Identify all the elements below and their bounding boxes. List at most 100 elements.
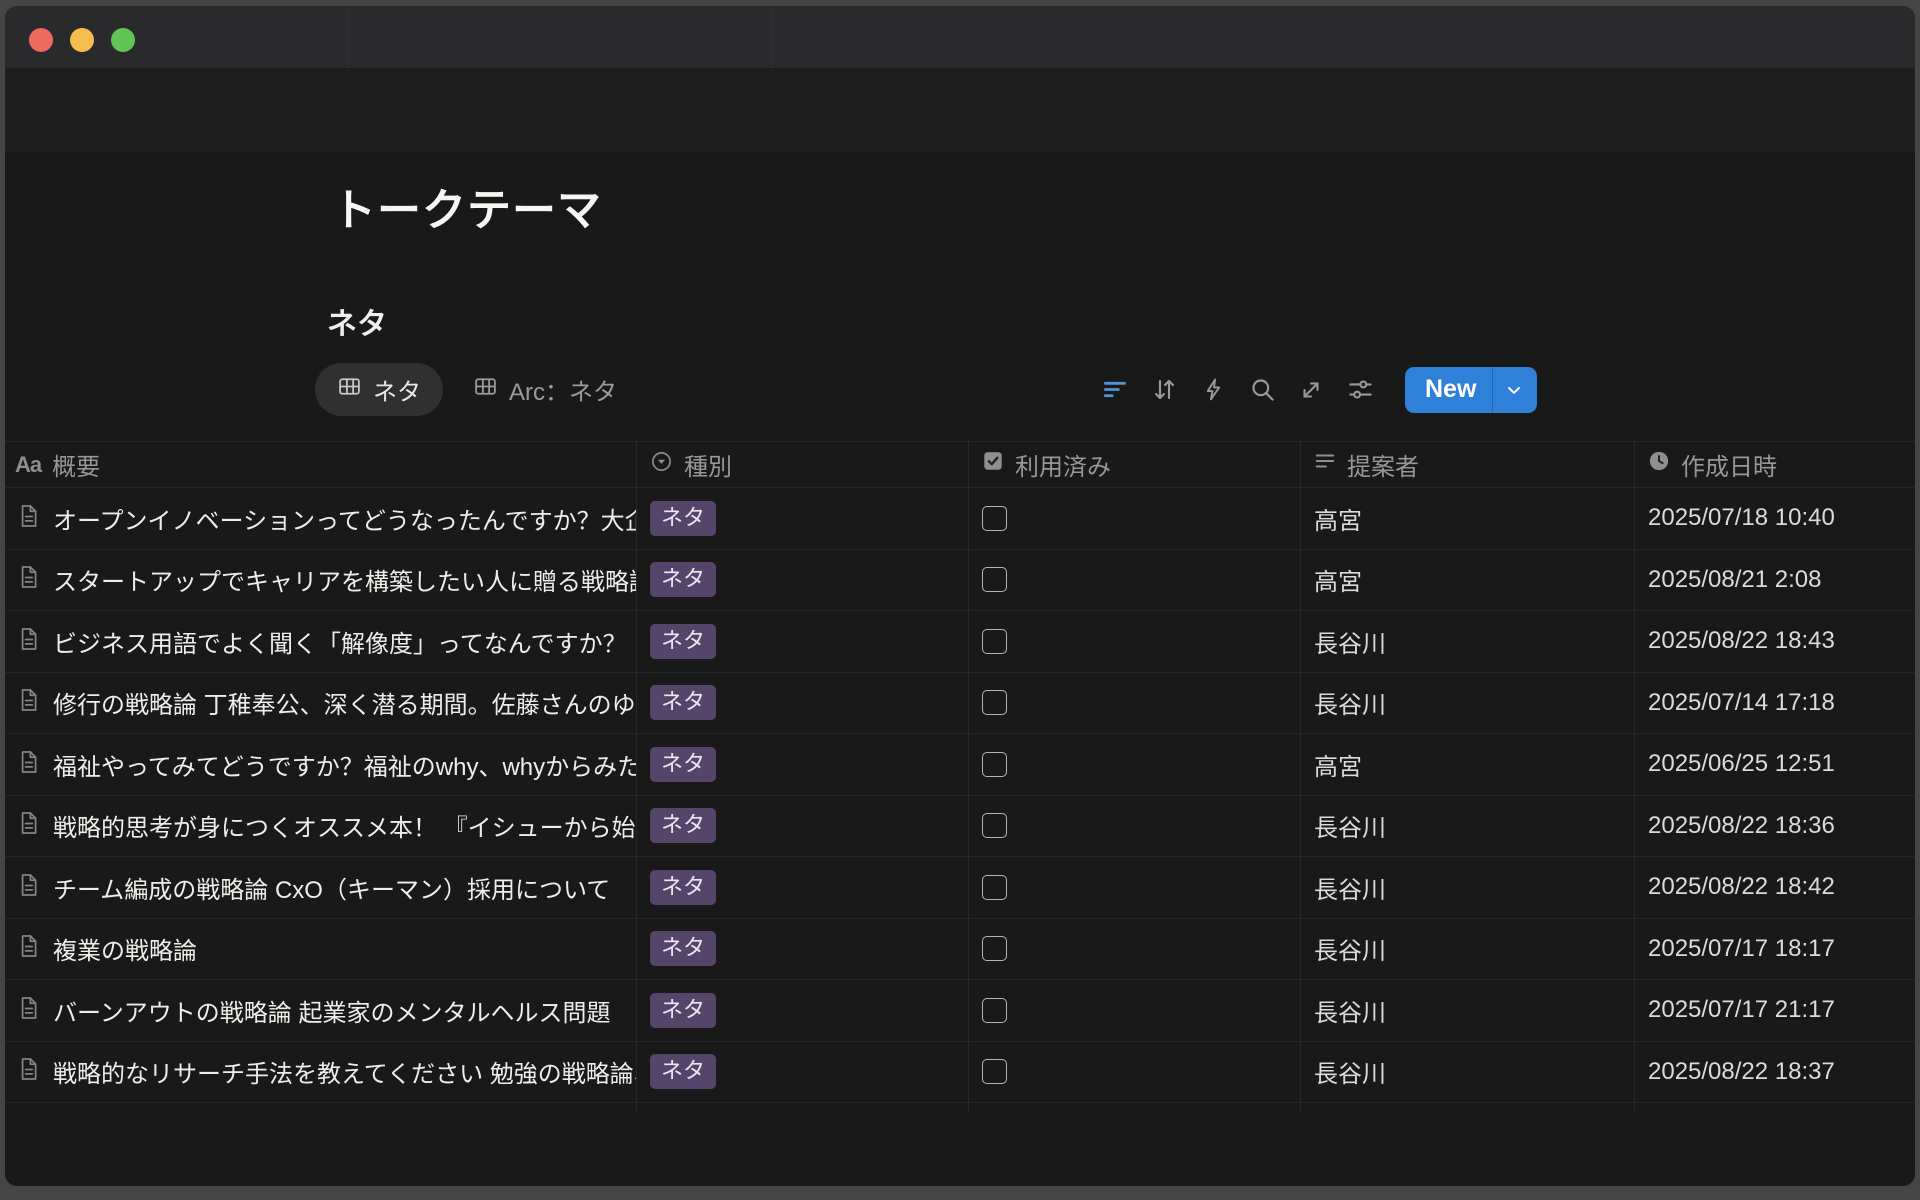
proposer-text[interactable]: 長谷川 bbox=[1314, 808, 1386, 843]
column-divider[interactable] bbox=[636, 441, 637, 1113]
proposer-text[interactable]: 長谷川 bbox=[1314, 624, 1386, 659]
table-row[interactable]: 福祉やってみてどうですか？福祉のwhy、whyからみた福祉 ネタ 高宮 2025… bbox=[5, 734, 1915, 796]
column-divider[interactable] bbox=[1634, 441, 1635, 1113]
row-title[interactable]: 修行の戦略論 丁稚奉公、深く潜る期間。佐藤さんのゆる bbox=[53, 685, 636, 720]
row-title[interactable]: 戦略的思考が身につくオススメ本！ 『イシューから始めよ bbox=[53, 808, 636, 843]
type-tag[interactable]: ネタ bbox=[650, 747, 716, 782]
row-title[interactable]: スタートアップでキャリアを構築したい人に贈る戦略論 bbox=[53, 562, 636, 597]
table-row[interactable]: ビジネス用語でよく聞く「解像度」ってなんですか？ ネタ 長谷川 2025/08/… bbox=[5, 611, 1915, 673]
created-at-text: 2025/08/22 18:42 bbox=[1648, 873, 1835, 901]
view-tab-label: ネタ bbox=[373, 372, 421, 407]
chevron-down-icon[interactable] bbox=[1493, 380, 1537, 400]
row-title[interactable]: ビジネス用語でよく聞く「解像度」ってなんですか？ bbox=[53, 624, 636, 659]
proposer-text[interactable]: 長谷川 bbox=[1314, 685, 1386, 720]
table-row[interactable]: 修行の戦略論 丁稚奉公、深く潜る期間。佐藤さんのゆる ネタ 長谷川 2025/0… bbox=[5, 673, 1915, 735]
used-checkbox[interactable] bbox=[982, 690, 1007, 715]
app-window: トークテーマ ネタ ネタ bbox=[5, 6, 1915, 1186]
used-checkbox[interactable] bbox=[982, 936, 1007, 961]
row-title[interactable]: 福祉やってみてどうですか？福祉のwhy、whyからみた福祉 bbox=[53, 747, 636, 782]
column-divider[interactable] bbox=[1300, 441, 1301, 1113]
used-checkbox[interactable] bbox=[982, 813, 1007, 838]
column-header-used[interactable]: 利用済み bbox=[968, 442, 1300, 487]
proposer-text[interactable]: 長谷川 bbox=[1314, 870, 1386, 905]
toolbar: New bbox=[1101, 363, 1537, 416]
type-tag[interactable]: ネタ bbox=[650, 1054, 716, 1089]
table-view-icon bbox=[473, 374, 498, 406]
page-icon bbox=[15, 872, 41, 903]
used-checkbox[interactable] bbox=[982, 998, 1007, 1023]
created-at-text: 2025/07/17 21:17 bbox=[1648, 996, 1835, 1024]
view-tab-arc-neta[interactable]: Arc：ネタ bbox=[451, 363, 639, 416]
column-header-overview[interactable]: Aa 概要 bbox=[5, 442, 636, 487]
database-title[interactable]: ネタ bbox=[327, 299, 387, 343]
page-icon bbox=[15, 503, 41, 534]
column-divider[interactable] bbox=[968, 441, 969, 1113]
table-row[interactable]: チーム編成の戦略論 CxO（キーマン）採用について ネタ 長谷川 2025/08… bbox=[5, 857, 1915, 919]
proposer-text[interactable]: 長谷川 bbox=[1314, 931, 1386, 966]
filter-icon[interactable] bbox=[1101, 376, 1129, 404]
close-button[interactable] bbox=[29, 28, 53, 52]
table-body: オープンイノベーションってどうなったんですか？大企業 ネタ 高宮 2025/07… bbox=[5, 488, 1915, 1103]
bolt-icon[interactable] bbox=[1199, 376, 1227, 404]
cover-area bbox=[5, 68, 1915, 152]
new-button[interactable]: New bbox=[1405, 367, 1537, 413]
table-row[interactable]: バーンアウトの戦略論 起業家のメンタルヘルス問題 ネタ 長谷川 2025/07/… bbox=[5, 980, 1915, 1042]
table-row[interactable]: スタートアップでキャリアを構築したい人に贈る戦略論 ネタ 高宮 2025/08/… bbox=[5, 550, 1915, 612]
view-tab-neta[interactable]: ネタ bbox=[315, 363, 443, 416]
type-tag[interactable]: ネタ bbox=[650, 931, 716, 966]
table-row[interactable]: オープンイノベーションってどうなったんですか？大企業 ネタ 高宮 2025/07… bbox=[5, 488, 1915, 550]
proposer-text[interactable]: 高宮 bbox=[1314, 747, 1362, 782]
page-icon bbox=[15, 810, 41, 841]
type-tag[interactable]: ネタ bbox=[650, 562, 716, 597]
page-icon bbox=[15, 933, 41, 964]
proposer-text[interactable]: 長谷川 bbox=[1314, 993, 1386, 1028]
window-titlebar[interactable] bbox=[5, 6, 1915, 68]
type-tag[interactable]: ネタ bbox=[650, 501, 716, 536]
type-tag[interactable]: ネタ bbox=[650, 624, 716, 659]
used-checkbox[interactable] bbox=[982, 629, 1007, 654]
view-tab-label: Arc：ネタ bbox=[509, 372, 617, 407]
minimize-button[interactable] bbox=[70, 28, 94, 52]
maximize-button[interactable] bbox=[111, 28, 135, 52]
column-header-created-at[interactable]: 作成日時 bbox=[1634, 442, 1915, 487]
checkbox-icon bbox=[982, 450, 1004, 479]
text-icon bbox=[1314, 450, 1336, 479]
proposer-text[interactable]: 長谷川 bbox=[1314, 1054, 1386, 1089]
view-bar: ネタ Arc：ネタ bbox=[5, 363, 1915, 419]
tune-icon[interactable] bbox=[1346, 376, 1374, 404]
clock-icon bbox=[1648, 450, 1670, 479]
used-checkbox[interactable] bbox=[982, 506, 1007, 531]
column-header-proposer[interactable]: 提案者 bbox=[1300, 442, 1634, 487]
row-title[interactable]: バーンアウトの戦略論 起業家のメンタルヘルス問題 bbox=[53, 993, 636, 1028]
table-row[interactable]: 戦略的思考が身につくオススメ本！ 『イシューから始めよ ネタ 長谷川 2025/… bbox=[5, 796, 1915, 858]
row-title[interactable]: 戦略的なリサーチ手法を教えてください 勉強の戦略論、あ bbox=[53, 1054, 636, 1089]
database-table: Aa 概要 種別 利用済み bbox=[5, 441, 1915, 1103]
type-tag[interactable]: ネタ bbox=[650, 870, 716, 905]
row-title[interactable]: オープンイノベーションってどうなったんですか？大企業 bbox=[53, 501, 636, 536]
titlebar-divider bbox=[772, 6, 773, 68]
view-tabs: ネタ Arc：ネタ bbox=[315, 363, 639, 416]
table-row[interactable]: 戦略的なリサーチ手法を教えてください 勉強の戦略論、あ ネタ 長谷川 2025/… bbox=[5, 1042, 1915, 1104]
sort-icon[interactable] bbox=[1150, 376, 1178, 404]
used-checkbox[interactable] bbox=[982, 567, 1007, 592]
expand-icon[interactable] bbox=[1297, 376, 1325, 404]
table-header-row: Aa 概要 種別 利用済み bbox=[5, 441, 1915, 488]
row-title[interactable]: 複業の戦略論 bbox=[53, 931, 636, 966]
type-tag[interactable]: ネタ bbox=[650, 808, 716, 843]
type-tag[interactable]: ネタ bbox=[650, 685, 716, 720]
table-view-icon bbox=[337, 374, 362, 406]
column-header-type[interactable]: 種別 bbox=[636, 442, 968, 487]
traffic-lights bbox=[29, 28, 135, 52]
proposer-text[interactable]: 高宮 bbox=[1314, 562, 1362, 597]
created-at-text: 2025/07/18 10:40 bbox=[1648, 504, 1835, 532]
row-title[interactable]: チーム編成の戦略論 CxO（キーマン）採用について bbox=[53, 870, 636, 905]
used-checkbox[interactable] bbox=[982, 1059, 1007, 1084]
proposer-text[interactable]: 高宮 bbox=[1314, 501, 1362, 536]
page-icon bbox=[15, 687, 41, 718]
created-at-text: 2025/08/22 18:37 bbox=[1648, 1058, 1835, 1086]
used-checkbox[interactable] bbox=[982, 875, 1007, 900]
search-icon[interactable] bbox=[1248, 376, 1276, 404]
table-row[interactable]: 複業の戦略論 ネタ 長谷川 2025/07/17 18:17 bbox=[5, 919, 1915, 981]
used-checkbox[interactable] bbox=[982, 752, 1007, 777]
type-tag[interactable]: ネタ bbox=[650, 993, 716, 1028]
